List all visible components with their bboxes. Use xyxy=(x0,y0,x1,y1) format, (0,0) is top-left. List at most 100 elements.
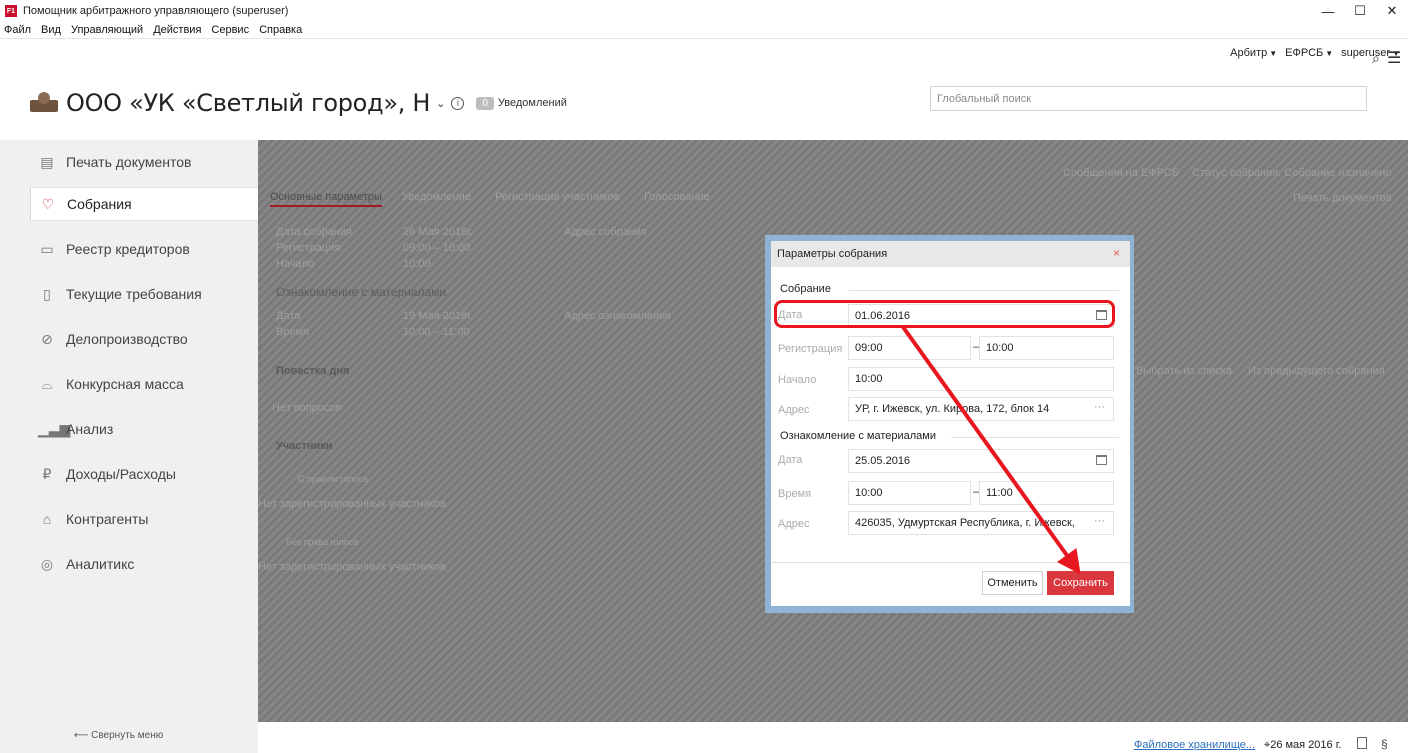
menu-view[interactable]: Вид xyxy=(41,24,61,36)
minimize-button[interactable]: — xyxy=(1312,0,1344,22)
tab-main-params: Основные параметры xyxy=(270,191,382,207)
registration-to-field[interactable]: 10:00 xyxy=(979,336,1114,360)
menu-help[interactable]: Справка xyxy=(259,24,302,36)
more-icon[interactable]: ··· xyxy=(1094,515,1105,527)
acq-address-label: Адрес xyxy=(778,518,810,530)
org-selector[interactable]: ООО «УК «Светлый город», Н ⌄ i 0 Уведомл… xyxy=(30,89,567,117)
document-icon: ▤ xyxy=(40,153,54,170)
sidebar-item-label: Конкурсная масса xyxy=(66,376,184,392)
sidebar-item-income-expenses[interactable]: ₽ Доходы/Расходы xyxy=(30,457,258,491)
arbitr-label: Арбитр xyxy=(1230,47,1268,59)
dialog-title: Параметры собрания xyxy=(777,248,888,260)
org-name[interactable]: ООО «УК «Светлый город», Н xyxy=(66,89,430,117)
without-vote-label: Без права голоса xyxy=(286,537,359,547)
sidebar-item-label: Контрагенты xyxy=(66,511,149,527)
address-value: УР, г. Ижевск, ул. Кирова, 172, блок 14 xyxy=(855,403,1050,415)
sidebar-item-label: Доходы/Расходы xyxy=(66,466,176,482)
close-window-button[interactable]: ✕ xyxy=(1376,0,1408,22)
maximize-button[interactable]: ☐ xyxy=(1344,0,1376,22)
search-icon[interactable]: ⌕ xyxy=(1372,50,1380,67)
menu-manager[interactable]: Управляющий xyxy=(71,24,143,36)
meeting-address-label: Адрес собрания xyxy=(564,226,647,238)
save-button[interactable]: Сохранить xyxy=(1047,571,1114,595)
ruble-icon: ₽ xyxy=(42,465,52,482)
global-search-input[interactable]: Глобальный поиск xyxy=(930,86,1367,111)
acq-time-to-field[interactable]: 11:00 xyxy=(979,481,1114,505)
window-controls: — ☐ ✕ xyxy=(1312,0,1408,22)
close-icon[interactable]: × xyxy=(1113,246,1120,260)
date-highlight-annotation xyxy=(774,300,1115,328)
window-title: Помощник арбитражного управляющего (supe… xyxy=(23,5,289,17)
acq-time-from-value: 10:00 xyxy=(855,487,883,499)
sidebar-item-creditors-registry[interactable]: ▭ Реестр кредиторов xyxy=(30,232,258,266)
acq-time-from-field[interactable]: 10:00 xyxy=(848,481,971,505)
acq-address-value: 426035, Удмуртская Республика, г. Ижевск… xyxy=(855,517,1075,529)
id-card-icon: ▭ xyxy=(40,240,54,257)
analytics-icon: ◎ xyxy=(40,555,54,572)
efrsb-dropdown[interactable]: ЕФРСБ ▼ xyxy=(1285,47,1333,59)
calendar-icon[interactable] xyxy=(1096,455,1107,465)
print-documents-link: Печать документов xyxy=(1293,192,1392,204)
sidebar-item-bankruptcy-estate[interactable]: ⌓ Конкурсная масса xyxy=(30,367,258,401)
sidebar-item-meetings[interactable]: ♡ Собрания xyxy=(30,187,258,221)
with-vote-label: С правом голоса xyxy=(298,474,369,484)
paragraph-icon[interactable]: § xyxy=(1381,737,1388,751)
arbitr-dropdown[interactable]: Арбитр ▼ xyxy=(1230,47,1277,59)
tab-notification: Уведомление xyxy=(402,191,471,203)
registration-label: Регистрация xyxy=(276,242,341,254)
info-icon[interactable]: i xyxy=(451,96,465,110)
collapse-menu-button[interactable]: ⟵ Свернуть меню xyxy=(74,730,163,741)
file-storage-link[interactable]: Файловое хранилище... xyxy=(1134,739,1255,751)
menu-actions[interactable]: Действия xyxy=(153,24,201,36)
section-divider xyxy=(849,290,1119,291)
acquaint-time-value: 10:00 – 11:00 xyxy=(403,326,470,338)
meeting-date-label: Дата собрания xyxy=(276,226,352,238)
sidebar-item-label: Печать документов xyxy=(66,154,192,170)
efrsb-messages-link: Сообщения на ЕФРСБ xyxy=(1063,167,1180,179)
sidebar-item-label: Текущие требования xyxy=(66,286,202,302)
paperclip-icon: ⊘ xyxy=(41,330,53,347)
section-acquaint-title: Ознакомление с материалами xyxy=(780,430,936,442)
notifications-label[interactable]: Уведомлений xyxy=(498,97,567,109)
receipt-icon: ▯ xyxy=(43,285,51,302)
bar-chart-icon: ▁▃▆ xyxy=(38,420,71,437)
cancel-button[interactable]: Отменить xyxy=(982,571,1043,595)
registration-from-field[interactable]: 09:00 xyxy=(848,336,971,360)
efrsb-label: ЕФРСБ xyxy=(1285,47,1324,59)
sidebar-item-label: Делопроизводство xyxy=(66,331,188,347)
registration-to-value: 10:00 xyxy=(986,342,1014,354)
acq-date-field[interactable]: 25.05.2016 xyxy=(848,449,1114,473)
no-participants-with-vote: Нет зарегистрированных участников xyxy=(258,498,446,510)
menu-file[interactable]: Файл xyxy=(4,24,31,36)
sidebar-item-analysis[interactable]: ▁▃▆ Анализ xyxy=(30,412,258,446)
start-label: Начало xyxy=(276,258,315,270)
address-field[interactable]: УР, г. Ижевск, ул. Кирова, 172, блок 14 … xyxy=(848,397,1114,421)
start-value: 10:00 xyxy=(855,373,883,385)
more-icon[interactable]: ··· xyxy=(1094,401,1105,413)
notifications-badge[interactable]: 0 xyxy=(476,96,494,110)
sidebar-item-label: Анализ xyxy=(66,421,114,437)
address-label: Адрес xyxy=(778,404,810,416)
menu-service[interactable]: Сервис xyxy=(211,24,249,36)
registration-from-value: 09:00 xyxy=(855,342,883,354)
sidebar-item-current-claims[interactable]: ▯ Текущие требования xyxy=(30,277,258,311)
sidebar-item-records[interactable]: ⊘ Делопроизводство xyxy=(30,322,258,356)
acq-address-field[interactable]: 426035, Удмуртская Республика, г. Ижевск… xyxy=(848,511,1114,535)
sidebar-item-analytics[interactable]: ◎ Аналитикс xyxy=(30,547,258,581)
app-icon: F1 xyxy=(5,5,17,17)
chevron-down-icon[interactable]: ⌄ xyxy=(436,97,445,110)
acquaint-date-value: 19 Мая 2016г. xyxy=(403,310,473,322)
registration-time-value: 09:00 – 10:00 xyxy=(403,242,471,254)
acquaint-date-label: Дата xyxy=(276,310,301,322)
start-label: Начало xyxy=(778,374,817,386)
acq-date-value: 25.05.2016 xyxy=(855,455,911,467)
sidebar-item-label: Собрания xyxy=(67,196,132,212)
hamburger-menu-icon[interactable]: ☰ xyxy=(1387,48,1401,68)
start-field[interactable]: 10:00 xyxy=(848,367,1114,391)
section-meeting-title: Собрание xyxy=(780,283,831,295)
sidebar-item-print-documents[interactable]: ▤ Печать документов xyxy=(30,145,258,179)
sidebar-item-counterparties[interactable]: ⌂ Контрагенты xyxy=(30,502,258,536)
start-time-value: 10:00 xyxy=(403,258,431,270)
acquaint-time-label: Время xyxy=(276,326,310,338)
calculator-icon[interactable] xyxy=(1357,737,1367,749)
